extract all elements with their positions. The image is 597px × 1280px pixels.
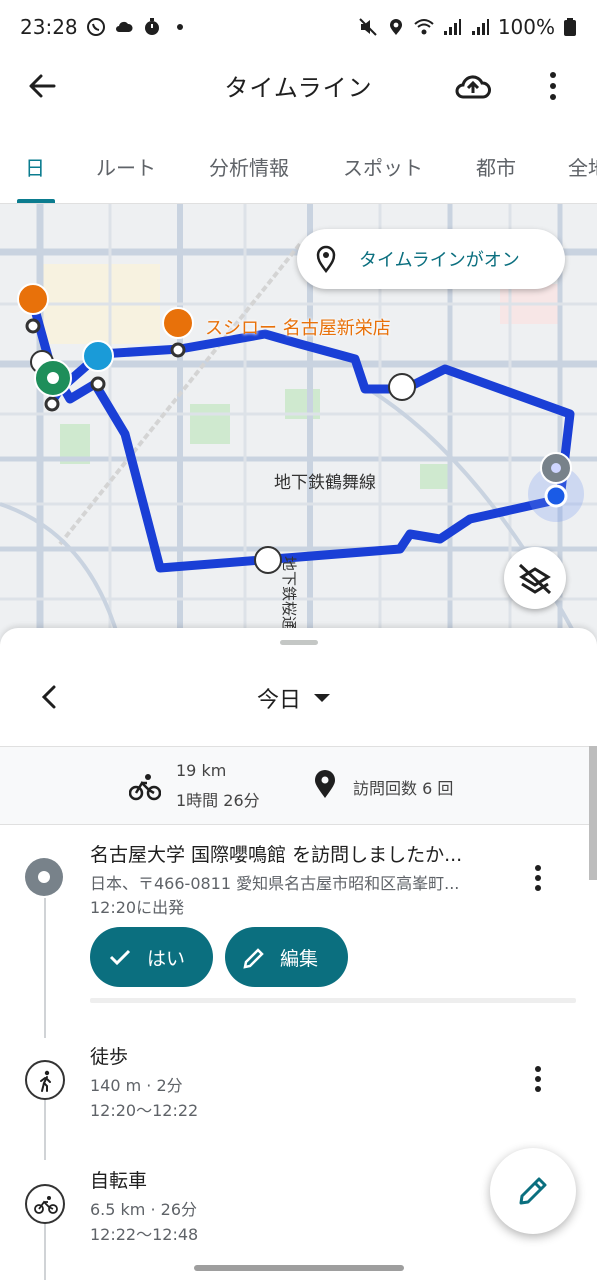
total-duration: 1時間 26分 [176, 791, 260, 810]
more-vert-icon[interactable] [540, 68, 566, 104]
battery-icon [564, 18, 576, 36]
check-icon [109, 949, 131, 966]
tab-bar: 日 ルート 分析情報 スポット 都市 全地 [0, 120, 597, 204]
walk-time: 12:20〜12:22 [90, 1101, 199, 1120]
bicycle-icon [25, 1184, 65, 1224]
status-bar: 23:28 100% [0, 0, 597, 54]
place-departure-time: 12:20に出発 [90, 898, 185, 917]
total-distance: 19 km [176, 761, 227, 780]
app-bar: タイムライン [0, 54, 597, 116]
bike-title[interactable]: 自転車 [90, 1166, 147, 1193]
hide-route-button[interactable] [504, 547, 566, 609]
timer-icon [144, 18, 159, 35]
status-time: 23:28 [20, 15, 78, 39]
tab-cities[interactable]: 都市 [476, 152, 516, 181]
tab-routes[interactable]: ルート [96, 152, 156, 181]
signal-icon [443, 19, 461, 35]
dot-icon [176, 24, 183, 30]
subway-line-label-2: 地下鉄桜通 [280, 556, 298, 632]
edit-fab[interactable] [490, 1148, 576, 1234]
subway-line-label: 地下鉄鶴舞線 [274, 473, 376, 493]
tab-places[interactable]: スポット [343, 152, 423, 181]
date-selector-label[interactable]: 今日 [257, 682, 301, 714]
divider [90, 998, 576, 1003]
timeline-status-chip[interactable]: タイムラインがオン [297, 229, 565, 289]
bike-detail: 6.5 km · 26分 [90, 1200, 198, 1219]
restaurant-label[interactable]: スシロー 名古屋新栄店 [205, 314, 391, 340]
place-title[interactable]: 名古屋大学 国際嚶鳴館 を訪問しましたか... [90, 840, 462, 867]
more-vert-icon[interactable] [534, 1065, 542, 1093]
tab-world[interactable]: 全地 [568, 152, 597, 181]
divider [0, 824, 597, 825]
pencil-icon [519, 1177, 547, 1205]
layers-off-icon [518, 563, 552, 595]
confirm-visit-button[interactable]: はい [90, 927, 213, 987]
battery-percent: 100% [497, 15, 555, 39]
mute-icon [359, 18, 377, 36]
bicycle-icon [129, 774, 161, 801]
whatsapp-icon [86, 18, 105, 36]
location-pin-icon [315, 770, 335, 798]
location-icon [389, 19, 402, 35]
wifi-icon [414, 19, 434, 35]
tab-day[interactable]: 日 [25, 152, 45, 181]
walk-detail: 140 m · 2分 [90, 1076, 183, 1095]
visit-count: 訪問回数 6 回 [353, 779, 454, 798]
tab-insights[interactable]: 分析情報 [209, 152, 289, 181]
edit-visit-label: 編集 [280, 948, 319, 970]
page-title: タイムライン [224, 74, 373, 102]
drag-handle[interactable] [280, 640, 318, 645]
scrollbar[interactable] [589, 746, 597, 880]
place-address: 日本、〒466-0811 愛知県名古屋市昭和区高峯町... [90, 874, 460, 893]
timeline-connector [44, 898, 46, 1038]
pencil-icon [243, 948, 264, 969]
location-pin-icon [316, 245, 336, 273]
place-visit-icon [25, 858, 63, 896]
timeline-connector [44, 1100, 46, 1160]
timeline-connector [44, 1224, 46, 1280]
edit-visit-button[interactable]: 編集 [225, 927, 348, 987]
walking-icon [25, 1060, 65, 1100]
walk-title[interactable]: 徒歩 [90, 1042, 128, 1069]
confirm-visit-label: はい [147, 948, 186, 970]
signal-icon [471, 19, 489, 35]
more-vert-icon[interactable] [534, 864, 542, 892]
cloud-upload-icon[interactable] [453, 68, 493, 104]
day-summary: 19 km 1時間 26分 訪問回数 6 回 [0, 747, 597, 825]
timeline-status-label: タイムラインがオン [359, 250, 520, 271]
chevron-left-icon[interactable] [36, 682, 62, 712]
dropdown-arrow-icon[interactable] [313, 692, 331, 704]
gesture-bar[interactable] [194, 1265, 404, 1271]
bike-time: 12:22〜12:48 [90, 1225, 199, 1244]
tab-indicator [17, 199, 55, 203]
cloud-icon [115, 21, 133, 32]
